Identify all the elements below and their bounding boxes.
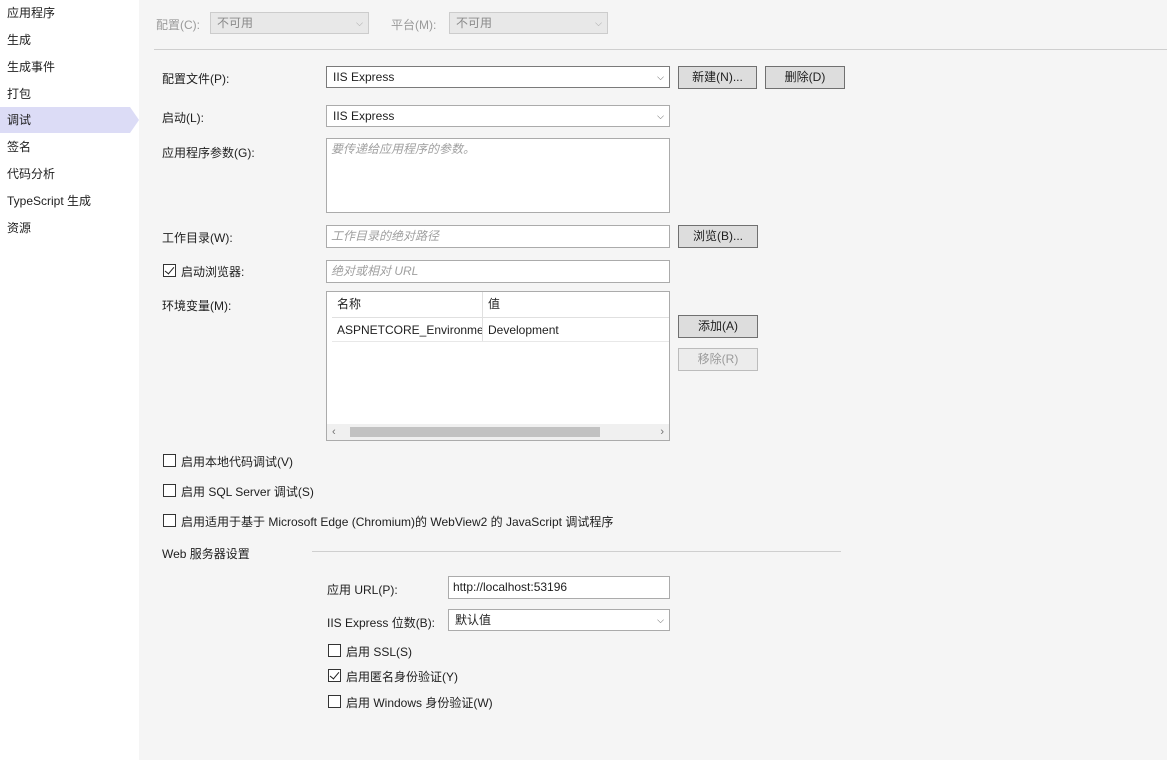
chevron-down-icon: ⌵ bbox=[657, 72, 664, 82]
app-args-textarea[interactable]: 要传递给应用程序的参数。 bbox=[326, 138, 670, 213]
env-vars-grid[interactable]: 名称 值 ASPNETCORE_Environment Development … bbox=[326, 291, 670, 441]
delete-profile-button[interactable]: 删除(D) bbox=[765, 66, 845, 89]
profile-label: 配置文件(P): bbox=[162, 72, 230, 86]
launch-browser-url-input[interactable]: 绝对或相对 URL bbox=[326, 260, 670, 283]
configuration-value: 不可用 bbox=[217, 16, 254, 30]
app-url-label: 应用 URL(P): bbox=[327, 583, 398, 597]
configuration-label: 配置(C): bbox=[156, 18, 200, 32]
profile-select[interactable]: IIS Express ⌵ bbox=[326, 66, 670, 88]
enable-ssl-checkbox[interactable] bbox=[328, 644, 341, 657]
env-var-name-cell[interactable]: ASPNETCORE_Environment bbox=[332, 318, 483, 341]
sidebar-item-build-events[interactable]: 生成事件 bbox=[0, 54, 130, 80]
chevron-down-icon: ⌵ bbox=[657, 615, 664, 625]
horizontal-scrollbar[interactable]: ‹ › bbox=[327, 424, 669, 440]
sql-debug-label: 启用 SQL Server 调试(S) bbox=[181, 485, 314, 499]
platform-label: 平台(M): bbox=[391, 18, 437, 32]
web-server-divider bbox=[312, 551, 841, 552]
scrollbar-thumb[interactable] bbox=[350, 427, 600, 437]
launch-value: IIS Express bbox=[333, 109, 395, 123]
remove-env-var-button[interactable]: 移除(R) bbox=[678, 348, 758, 371]
app-url-value: http://localhost:53196 bbox=[453, 580, 568, 594]
windows-auth-checkbox[interactable] bbox=[328, 695, 341, 708]
configuration-select[interactable]: 不可用 ⌵ bbox=[210, 12, 369, 34]
chevron-down-icon: ⌵ bbox=[595, 18, 602, 28]
bitness-value: 默认值 bbox=[455, 613, 492, 627]
sidebar-item-typescript-build[interactable]: TypeScript 生成 bbox=[0, 188, 130, 214]
platform-value: 不可用 bbox=[456, 16, 493, 30]
app-args-label: 应用程序参数(G): bbox=[162, 146, 255, 160]
sidebar-item-application[interactable]: 应用程序 bbox=[0, 0, 130, 26]
column-header-name[interactable]: 名称 bbox=[332, 292, 483, 317]
sidebar-item-resources[interactable]: 资源 bbox=[0, 215, 130, 241]
debug-properties-panel: 配置(C): 不可用 ⌵ 平台(M): 不可用 ⌵ 配置文件(P): IIS E… bbox=[139, 0, 1167, 760]
sidebar-item-code-analysis[interactable]: 代码分析 bbox=[0, 161, 130, 187]
app-url-input[interactable]: http://localhost:53196 bbox=[448, 576, 670, 599]
table-row[interactable]: ASPNETCORE_Environment Development bbox=[332, 318, 669, 342]
enable-ssl-label: 启用 SSL(S) bbox=[346, 645, 413, 659]
add-env-var-button[interactable]: 添加(A) bbox=[678, 315, 758, 338]
native-debug-checkbox[interactable] bbox=[163, 454, 176, 467]
native-debug-label: 启用本地代码调试(V) bbox=[181, 455, 293, 469]
anonymous-auth-checkbox[interactable] bbox=[328, 669, 341, 682]
webview2-debug-checkbox[interactable] bbox=[163, 514, 176, 527]
sidebar: 应用程序 生成 生成事件 打包 调试 签名 代码分析 TypeScript 生成… bbox=[0, 0, 139, 760]
windows-auth-label: 启用 Windows 身份验证(W) bbox=[346, 696, 493, 710]
platform-select[interactable]: 不可用 ⌵ bbox=[449, 12, 608, 34]
bitness-label: IIS Express 位数(B): bbox=[327, 616, 436, 630]
bitness-select[interactable]: 默认值 ⌵ bbox=[448, 609, 670, 631]
launch-browser-label: 启动浏览器: bbox=[181, 265, 245, 279]
env-vars-header: 名称 值 bbox=[332, 292, 669, 318]
scroll-right-icon[interactable]: › bbox=[660, 424, 664, 440]
anonymous-auth-label: 启用匿名身份验证(Y) bbox=[346, 670, 458, 684]
browse-button[interactable]: 浏览(B)... bbox=[678, 225, 758, 248]
sidebar-item-build[interactable]: 生成 bbox=[0, 27, 130, 53]
chevron-down-icon: ⌵ bbox=[356, 18, 363, 28]
column-header-value[interactable]: 值 bbox=[483, 292, 669, 317]
top-divider bbox=[154, 49, 1167, 50]
launch-label: 启动(L): bbox=[162, 111, 205, 125]
sidebar-item-signing[interactable]: 签名 bbox=[0, 134, 130, 160]
webview2-debug-label: 启用适用于基于 Microsoft Edge (Chromium)的 WebVi… bbox=[181, 515, 614, 529]
sidebar-item-debug[interactable]: 调试 bbox=[0, 107, 139, 133]
profile-value: IIS Express bbox=[333, 70, 395, 84]
env-vars-label: 环境变量(M): bbox=[162, 299, 232, 313]
web-server-section-title: Web 服务器设置 bbox=[162, 547, 250, 561]
launch-browser-url-placeholder: 绝对或相对 URL bbox=[331, 264, 419, 278]
app-args-placeholder: 要传递给应用程序的参数。 bbox=[331, 142, 476, 156]
sql-debug-checkbox[interactable] bbox=[163, 484, 176, 497]
working-dir-input[interactable]: 工作目录的绝对路径 bbox=[326, 225, 670, 248]
chevron-down-icon: ⌵ bbox=[657, 111, 664, 121]
working-dir-placeholder: 工作目录的绝对路径 bbox=[331, 229, 440, 243]
working-dir-label: 工作目录(W): bbox=[162, 231, 233, 245]
sidebar-item-package[interactable]: 打包 bbox=[0, 81, 130, 107]
scroll-left-icon[interactable]: ‹ bbox=[332, 424, 336, 440]
new-profile-button[interactable]: 新建(N)... bbox=[678, 66, 757, 89]
launch-select[interactable]: IIS Express ⌵ bbox=[326, 105, 670, 127]
launch-browser-checkbox[interactable] bbox=[163, 264, 176, 277]
env-var-value-cell[interactable]: Development bbox=[483, 318, 669, 341]
